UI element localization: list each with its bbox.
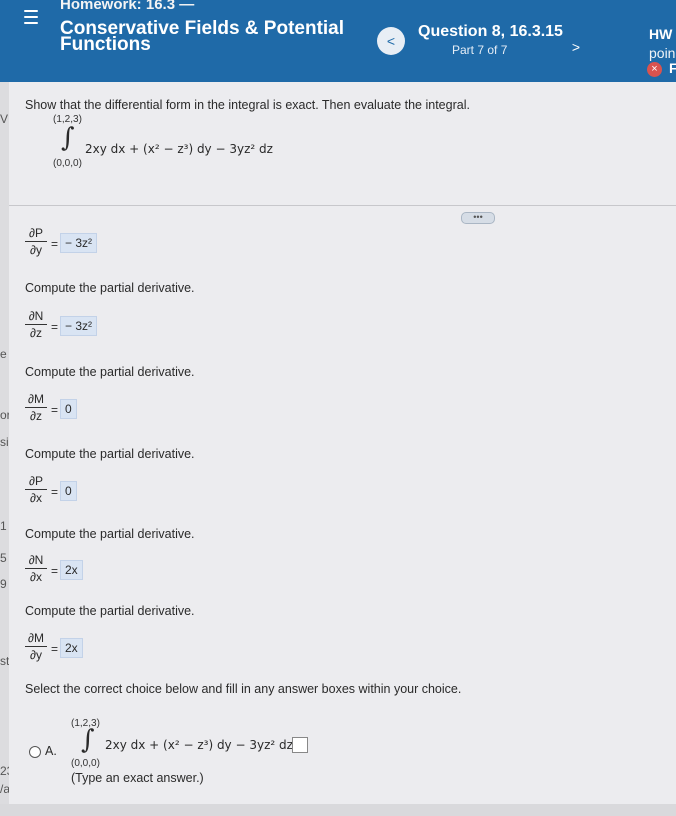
equals-sign: =	[51, 485, 59, 499]
choice-a-radio[interactable]	[29, 746, 41, 758]
previous-question-button[interactable]: <	[377, 27, 405, 55]
problem-prompt: Show that the differential form in the i…	[25, 98, 470, 112]
top-header: Homework: 16.3 — Conservative Fields & P…	[0, 0, 676, 82]
fraction-numerator: ∂M	[25, 393, 47, 408]
choice-a-hint: (Type an exact answer.)	[71, 771, 204, 785]
equals-sign: =	[51, 403, 59, 417]
choice-a-lower-limit: (0,0,0)	[71, 758, 100, 769]
equals-sign: =	[51, 320, 59, 334]
fraction-numerator: ∂N	[25, 310, 47, 325]
fraction-numerator: ∂P	[25, 227, 47, 242]
choice-a-label: A.	[45, 744, 57, 758]
equals-sign: =	[51, 642, 59, 656]
fraction-denominator: ∂z	[30, 409, 42, 423]
answer-box[interactable]: 0	[60, 399, 77, 419]
edge-char: 9	[0, 577, 7, 591]
next-question-button[interactable]: >	[565, 36, 587, 58]
integral-lower-limit: (0,0,0)	[53, 158, 82, 169]
answer-box[interactable]: 0	[60, 481, 77, 501]
equals-sign: =	[51, 564, 59, 578]
fraction-denominator: ∂y	[30, 243, 42, 257]
partial-fraction: ∂P ∂x	[25, 475, 47, 504]
homework-subtitle-2: Functions	[60, 34, 151, 55]
answer-box[interactable]: 2x	[60, 560, 83, 580]
fraction-numerator: ∂M	[25, 632, 47, 647]
question-title: Question 8, 16.3.15	[418, 23, 563, 40]
incorrect-icon: ×	[647, 62, 662, 77]
answer-box[interactable]: − 3z²	[60, 316, 98, 336]
hw-score-label: HW	[649, 26, 673, 42]
fraction-denominator: ∂y	[30, 648, 42, 662]
edge-char: st	[0, 654, 10, 668]
fraction-denominator: ∂x	[30, 570, 42, 584]
points-label: poin	[649, 45, 676, 61]
step-instruction: Compute the partial derivative.	[25, 365, 195, 379]
integral-sign: ∫	[61, 123, 75, 153]
step-instruction: Compute the partial derivative.	[25, 604, 195, 618]
part-indicator: Part 7 of 7	[452, 43, 508, 57]
partial-fraction: ∂M ∂y	[25, 632, 47, 661]
partial-fraction: ∂N ∂z	[25, 310, 47, 339]
fraction-numerator: ∂P	[25, 475, 47, 490]
truncated-label: F	[669, 60, 676, 76]
integral-sign: ∫	[81, 725, 95, 755]
hamburger-menu-icon[interactable]	[24, 10, 38, 24]
partial-fraction: ∂P ∂y	[25, 227, 47, 256]
step-instruction: Compute the partial derivative.	[25, 527, 195, 541]
edge-char: V	[0, 112, 9, 126]
choice-prompt: Select the correct choice below and fill…	[25, 682, 462, 696]
fraction-denominator: ∂x	[30, 491, 42, 505]
homework-title: Homework: 16.3 —	[60, 0, 195, 13]
partial-fraction: ∂M ∂z	[25, 393, 47, 422]
equals-sign: =	[51, 237, 59, 251]
edge-char: 5	[0, 551, 7, 565]
partial-fraction: ∂N ∂x	[25, 554, 47, 583]
edge-char: si	[0, 435, 9, 449]
bottom-strip	[0, 804, 676, 816]
step-instruction: Compute the partial derivative.	[25, 281, 195, 295]
section-divider	[9, 205, 676, 206]
answer-box[interactable]: − 3z²	[60, 233, 98, 253]
choice-a-integrand: 2xy dx + (x² − z³) dy − 3yz² dz =	[105, 738, 307, 752]
problem-integrand: 2xy dx + (x² − z³) dy − 3yz² dz	[85, 142, 273, 156]
expand-more-button[interactable]: •••	[461, 212, 495, 224]
answer-box[interactable]: 2x	[60, 638, 83, 658]
fraction-denominator: ∂z	[30, 326, 42, 340]
fraction-numerator: ∂N	[25, 554, 47, 569]
step-instruction: Compute the partial derivative.	[25, 447, 195, 461]
question-panel: Show that the differential form in the i…	[9, 82, 676, 804]
edge-char: 1	[0, 519, 7, 533]
edge-char: e	[0, 347, 7, 361]
answer-input-box[interactable]	[292, 737, 308, 753]
